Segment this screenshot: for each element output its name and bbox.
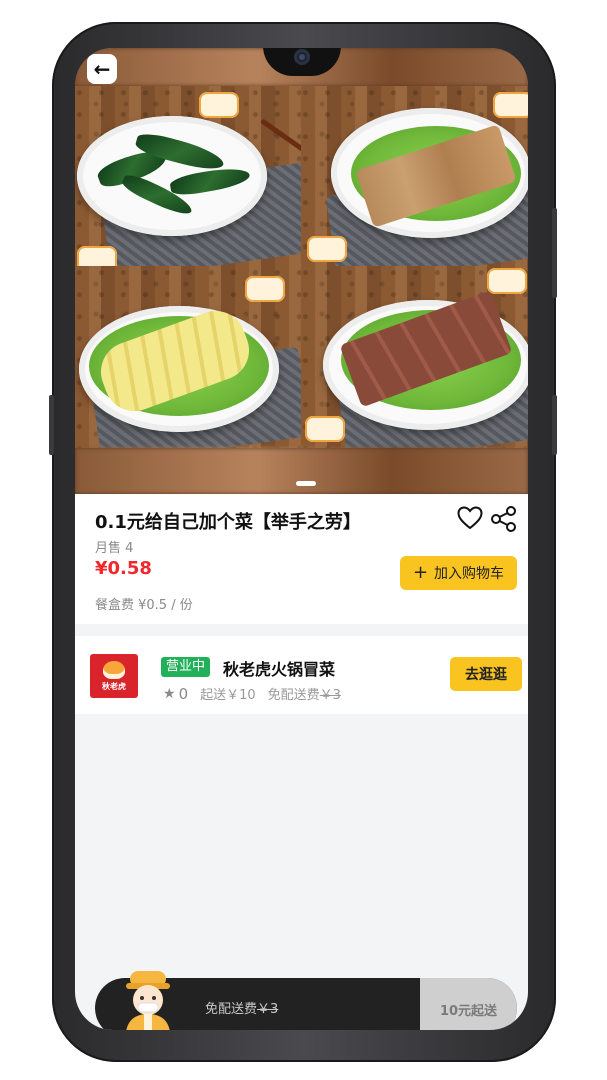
phone-power-button xyxy=(552,395,557,455)
phone-side-button xyxy=(49,395,54,455)
heart-icon[interactable] xyxy=(457,506,483,530)
mascot-sticker xyxy=(487,268,527,294)
packaging-fee: 餐盒费 ¥0.5 / 份 xyxy=(95,598,193,613)
store-rating: 0 xyxy=(178,684,189,703)
courier-avatar-icon xyxy=(126,971,170,1030)
share-icon[interactable] xyxy=(490,505,518,533)
mascot-sticker xyxy=(305,416,345,442)
gallery-tile-tofu-skin xyxy=(301,266,528,448)
tiger-mascot-icon xyxy=(103,660,125,679)
original-delivery-fee: ￥3 xyxy=(319,688,341,703)
app-screen: ← 0.1元给自己加个菜【举手之劳】 月售 4 ¥0.58 餐盒费 ¥0.5 /… xyxy=(75,48,528,1030)
product-info-card: 0.1元给自己加个菜【举手之劳】 月售 4 ¥0.58 餐盒费 ¥0.5 / 份… xyxy=(75,494,528,624)
back-button[interactable]: ← xyxy=(87,54,117,84)
store-logo-text: 秋老虎 xyxy=(102,681,126,691)
chopsticks xyxy=(259,118,301,163)
mascot-sticker xyxy=(307,236,347,262)
store-meta: ★ 0 起送￥10 免配送费￥3 xyxy=(163,684,341,704)
mascot-sticker xyxy=(245,276,285,302)
mascot-sticker xyxy=(493,92,528,118)
phone-volume-button xyxy=(552,208,557,298)
product-price: ¥0.58 xyxy=(95,558,152,579)
front-camera xyxy=(294,49,310,65)
add-to-cart-button[interactable]: + 加入购物车 xyxy=(400,556,517,590)
store-free-delivery: 免配送费￥3 xyxy=(267,688,341,703)
gallery-tile-potato xyxy=(75,266,301,448)
store-name: 秋老虎火锅冒菜 xyxy=(223,660,336,679)
store-card[interactable]: 秋老虎 营业中 秋老虎火锅冒菜 ★ 0 起送￥10 免配送费￥3 去逛逛 xyxy=(75,636,528,714)
original-delivery-fee: ￥3 xyxy=(257,1002,279,1017)
arrow-left-icon: ← xyxy=(93,57,111,81)
gallery-tile-kelp xyxy=(75,86,301,266)
gallery-image-edge xyxy=(75,448,528,494)
product-title: 0.1元给自己加个菜【举手之劳】 xyxy=(95,512,361,533)
gallery-pager-indicator xyxy=(296,481,316,486)
gallery-tile-konjac xyxy=(301,86,528,266)
store-logo: 秋老虎 xyxy=(90,654,138,698)
visit-store-button[interactable]: 去逛逛 xyxy=(450,657,522,691)
store-min-order: 起送￥10 xyxy=(200,688,256,703)
plus-icon: + xyxy=(412,562,429,583)
cart-free-delivery: 免配送费￥3 xyxy=(205,1002,279,1017)
monthly-sales: 月售 4 xyxy=(95,541,134,556)
add-to-cart-label: 加入购物车 xyxy=(434,566,505,582)
checkout-min-order[interactable]: 10元起送 xyxy=(420,978,517,1030)
mascot-sticker xyxy=(199,92,239,118)
star-icon: ★ xyxy=(163,685,176,702)
product-image-gallery[interactable] xyxy=(75,48,528,494)
mascot-sticker xyxy=(77,246,117,266)
status-badge: 营业中 xyxy=(161,657,211,677)
